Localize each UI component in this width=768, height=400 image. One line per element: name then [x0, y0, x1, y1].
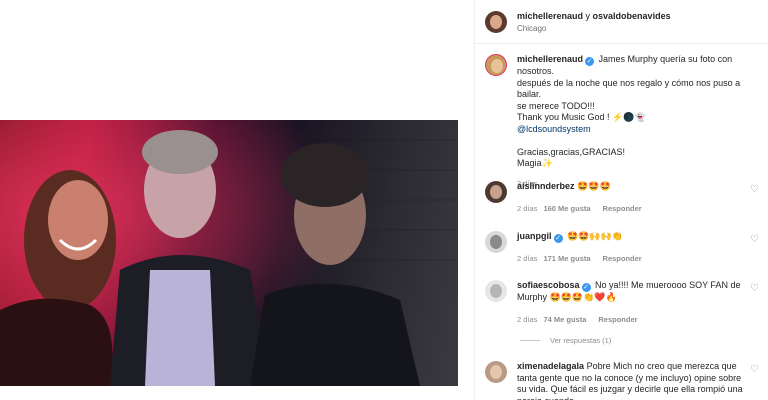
comment-body: juanpgil ✓ 🤩🤩🙌🙌👏 2 días 171 Me gusta Respon… [517, 231, 749, 265]
caption-username[interactable]: michellerenaud [517, 54, 583, 64]
header-text: michellerenaud y osvaldobenavides Chicag… [517, 11, 671, 33]
caption: michellerenaud ✓ James Murphy quería su f… [475, 45, 768, 189]
comment-username[interactable]: aislinnderbez [517, 181, 575, 191]
comment-username[interactable]: sofiaescobosa [517, 280, 580, 290]
verified-badge-icon: ✓ [553, 234, 563, 243]
header-user2[interactable]: osvaldobenavides [593, 11, 671, 21]
comment-body: aislinnderbez 🤩🤩🤩 2 días 160 Me gusta Resp… [517, 181, 749, 214]
reply-button[interactable]: Responder [603, 204, 642, 213]
like-heart-icon[interactable]: ♡ [750, 185, 760, 195]
comment-body: sofiaescobosa ✓ No ya!!!! Me mueroooo SOY… [517, 280, 749, 325]
comment-likes[interactable]: 171 Me gusta [543, 254, 590, 263]
comment-item: aislinnderbez 🤩🤩🤩 2 días 160 Me gusta Resp… [475, 181, 768, 214]
comment-likes[interactable]: 74 Me gusta [543, 315, 586, 324]
reply-button[interactable]: Responder [603, 254, 642, 263]
header-usernames: michellerenaud y osvaldobenavides [517, 11, 671, 21]
comment-avatar[interactable] [485, 361, 507, 383]
comment-item: sofiaescobosa ✓ No ya!!!! Me mueroooo SOY… [475, 280, 768, 325]
like-heart-icon[interactable]: ♡ [750, 365, 760, 375]
post-detail-panel: michellerenaud y osvaldobenavides Chicag… [474, 0, 768, 400]
verified-badge-icon: ✓ [585, 57, 595, 66]
header-avatar[interactable] [485, 10, 507, 33]
like-heart-icon[interactable]: ♡ [750, 235, 760, 245]
comment-item: juanpgil ✓ 🤩🤩🙌🙌👏 2 días 171 Me gusta Respon… [475, 231, 768, 265]
view-replies-label: Ver respuestas (1) [550, 336, 612, 345]
comments-scroll-area[interactable]: michellerenaud ✓ James Murphy quería su f… [475, 45, 768, 400]
comment-actions: 2 días 74 Me gusta Responder [517, 314, 749, 326]
caption-avatar[interactable] [485, 54, 507, 76]
post-media-area [0, 0, 474, 400]
view-replies-button[interactable]: Ver respuestas (1) [520, 336, 611, 345]
comment-item: ximenadelagala Pobre Mich no creo que me… [475, 361, 768, 400]
comment-time: 2 días [517, 203, 538, 213]
comment-text: 🤩🤩🙌🙌👏 [567, 231, 624, 241]
caption-body: michellerenaud ✓ James Murphy quería su f… [517, 54, 758, 189]
comment-text: 🤩🤩🤩 [577, 181, 611, 191]
comment-actions: 2 días 160 Me gusta Responder [517, 203, 749, 215]
comment-username[interactable]: juanpgil [517, 231, 552, 241]
comment-actions: 2 días 171 Me gusta Responder [517, 253, 749, 265]
replies-divider [520, 340, 540, 341]
comment-avatar[interactable] [485, 231, 507, 253]
photo-scene [0, 120, 458, 386]
comment-avatar[interactable] [485, 181, 507, 203]
comment-body: ximenadelagala Pobre Mich no creo que me… [517, 361, 749, 400]
verified-badge-icon: ✓ [581, 283, 591, 292]
comment-username[interactable]: ximenadelagala [517, 361, 584, 371]
caption-line-6: Magia✨ [517, 158, 553, 168]
caption-line-3: se merece TODO!!! [517, 100, 595, 111]
header-separator: y [583, 10, 593, 21]
reply-button[interactable]: Responder [598, 315, 637, 324]
caption-mention[interactable]: @lcdsoundsystem [517, 124, 591, 134]
caption-line-4: Thank you Music God ! ⚡🌑👻 [517, 112, 646, 122]
like-heart-icon[interactable]: ♡ [750, 284, 760, 294]
post-photo[interactable] [0, 120, 458, 386]
header-user1[interactable]: michellerenaud [517, 11, 583, 21]
caption-line-5: Gracias,gracias,GRACIAS! [517, 146, 626, 157]
comment-avatar[interactable] [485, 280, 507, 302]
header-location[interactable]: Chicago [517, 24, 671, 33]
comment-likes[interactable]: 160 Me gusta [543, 204, 590, 213]
comment-time: 2 días [517, 254, 538, 263]
comment-time: 2 días [517, 314, 538, 324]
post-header: michellerenaud y osvaldobenavides Chicag… [475, 0, 768, 44]
caption-line-2: después de la noche que nos regalo y cóm… [517, 77, 741, 100]
